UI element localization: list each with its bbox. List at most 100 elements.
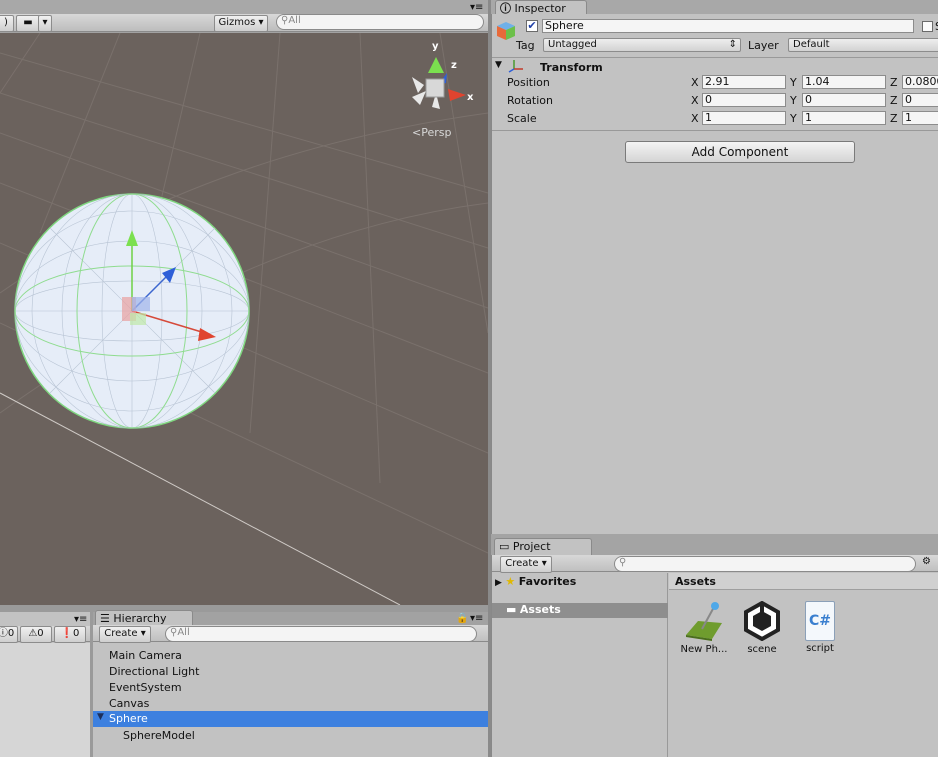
asset-item[interactable]: New Ph...: [680, 601, 728, 661]
tab-project[interactable]: ▭ Project: [494, 538, 592, 556]
add-component-button[interactable]: Add Component: [625, 141, 855, 163]
error-count: 0: [73, 628, 80, 639]
scale-y-field[interactable]: 1: [802, 111, 886, 125]
top-strip: [0, 0, 938, 14]
image-effects-button[interactable]: ▬: [16, 15, 40, 32]
rotation-z-field[interactable]: 0: [902, 93, 938, 107]
star-icon: ★: [505, 575, 516, 588]
asset-label: New Ph...: [680, 644, 728, 655]
log-count: 0: [7, 628, 15, 639]
position-z-label: Z: [890, 76, 898, 89]
scale-y-label: Y: [790, 112, 797, 125]
error-count-toggle[interactable]: ❗0: [54, 626, 86, 643]
tag-value: Untagged: [548, 39, 597, 50]
foldout-arrow-icon: ▼: [495, 60, 502, 70]
grid-axis-line: [0, 392, 401, 605]
log-count-toggle[interactable]: ⓘ0: [0, 626, 18, 643]
unity-scene-icon: [744, 600, 780, 642]
axis-z-label: z: [451, 60, 457, 71]
hierarchy-toolbar: Create ▾ ⚲All: [93, 625, 488, 643]
layer-label: Layer: [748, 39, 779, 52]
position-z-field[interactable]: 0.0800: [902, 75, 938, 89]
scale-z-field[interactable]: 1: [902, 111, 938, 125]
transform-header[interactable]: ▼ Transform: [492, 59, 938, 75]
warning-count-toggle[interactable]: ⚠0: [20, 626, 52, 643]
position-y-field[interactable]: 1.04: [802, 75, 886, 89]
selected-item-label: Sphere: [109, 712, 148, 725]
projection-label[interactable]: <Persp: [412, 126, 451, 139]
asset-item[interactable]: C# script: [798, 601, 842, 661]
asset-item[interactable]: scene: [740, 600, 784, 661]
list-item[interactable]: EventSystem: [109, 680, 182, 696]
horizontal-divider[interactable]: [0, 605, 488, 612]
scale-z-label: Z: [890, 112, 898, 125]
audio-toggle-button[interactable]: ): [0, 15, 14, 32]
hierarchy-create-button[interactable]: Create ▾: [99, 626, 151, 643]
physic-material-icon: [686, 602, 722, 641]
transform-title: Transform: [540, 61, 603, 74]
active-checkbox[interactable]: ✔: [526, 20, 538, 32]
rotation-x-label: X: [691, 94, 699, 107]
filter-by-type-icon[interactable]: ⚙: [922, 556, 931, 567]
scene-canvas: y z x: [0, 33, 488, 605]
scene-view[interactable]: y z x <Persp: [0, 33, 488, 605]
asset-label: scene: [747, 644, 777, 655]
gizmos-button[interactable]: Gizmos ▾: [214, 15, 268, 32]
rotation-label: Rotation: [507, 94, 554, 107]
selected-row[interactable]: ▼ Sphere: [93, 711, 488, 727]
scene-search-placeholder: All: [288, 15, 301, 26]
add-component-label: Add Component: [691, 145, 789, 159]
rotation-y-field[interactable]: 0: [802, 93, 886, 107]
list-item[interactable]: Main Camera: [109, 648, 182, 664]
list-icon: ☰: [100, 612, 110, 625]
foldout-arrow-icon: ▼: [97, 712, 104, 722]
scene-search-input[interactable]: ⚲All: [276, 14, 484, 30]
assets-folder-label: Assets: [519, 603, 561, 616]
object-name-field[interactable]: Sphere: [542, 19, 914, 33]
asset-label: script: [806, 643, 834, 654]
project-tab-label: Project: [512, 540, 551, 553]
list-item[interactable]: Canvas: [109, 696, 149, 712]
tag-label: Tag: [516, 39, 535, 52]
rotation-z-label: Z: [890, 94, 898, 107]
rotation-x-field[interactable]: 0: [702, 93, 786, 107]
hierarchy-create-label: Create: [104, 628, 138, 639]
csharp-script-icon: C#: [805, 601, 835, 641]
tag-dropdown[interactable]: Untagged ⇕: [543, 38, 741, 52]
favorites-label: Favorites: [518, 575, 577, 588]
effects-dropdown-button[interactable]: ▾: [38, 15, 52, 32]
folder-icon: ▬: [506, 603, 517, 616]
inspector-panel: ✔ Sphere S Tag Untagged ⇕ Layer Default …: [491, 14, 938, 534]
foldout-arrow-icon: ▶: [495, 578, 502, 588]
assets-folder-item[interactable]: ▬ Assets: [492, 603, 668, 618]
console-panel: ⓘ0 ⚠0 ❗0 ▾≡: [0, 612, 90, 757]
scale-label: Scale: [507, 112, 537, 125]
project-search-input[interactable]: ⚲: [614, 556, 916, 572]
info-icon: ⓘ: [0, 628, 8, 639]
warning-icon: ⚠: [28, 628, 38, 639]
hierarchy-menu-icon[interactable]: ▾≡: [470, 613, 483, 624]
list-item[interactable]: Directional Light: [109, 664, 199, 680]
search-icon: ⚲: [619, 557, 627, 568]
separator: [492, 130, 938, 131]
static-checkbox[interactable]: [922, 21, 933, 32]
updown-icon: ⇕: [728, 39, 737, 50]
layer-dropdown[interactable]: Default: [788, 38, 938, 52]
hierarchy-tab-label: Hierarchy: [113, 612, 167, 625]
list-item[interactable]: SphereModel: [123, 728, 195, 744]
axis-x-label: x: [467, 92, 474, 103]
hierarchy-search-placeholder: All: [177, 627, 190, 638]
gizmos-label: Gizmos: [218, 17, 256, 28]
scene-panel-menu-icon[interactable]: ▾≡: [470, 3, 484, 13]
project-create-button[interactable]: Create ▾: [500, 556, 552, 573]
console-list: [0, 643, 90, 757]
console-menu-icon[interactable]: ▾≡: [74, 614, 87, 625]
lock-icon[interactable]: 🔒: [456, 613, 468, 624]
project-create-label: Create: [505, 558, 539, 569]
hierarchy-search-input[interactable]: ⚲All: [165, 626, 477, 642]
scale-x-field[interactable]: 1: [702, 111, 786, 125]
transform-icon: [508, 59, 524, 76]
position-x-field[interactable]: 2.91: [702, 75, 786, 89]
position-x-label: X: [691, 76, 699, 89]
favorites-item[interactable]: ▶ ★ Favorites: [495, 575, 665, 591]
